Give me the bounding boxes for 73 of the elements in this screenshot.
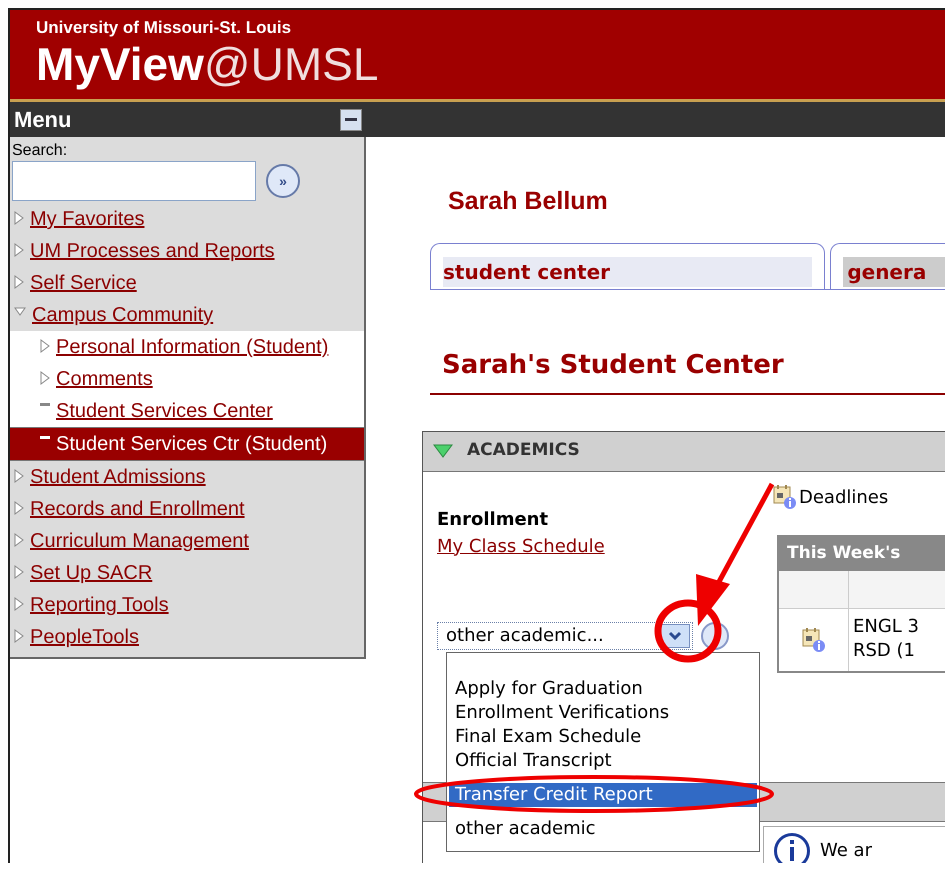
collapse-triangle-icon[interactable]	[14, 243, 24, 257]
menu-link[interactable]: Campus Community	[32, 300, 214, 330]
page-title: Sarah's Student Center	[442, 350, 784, 380]
search-field[interactable]	[12, 161, 256, 201]
collapse-button[interactable]	[340, 108, 362, 130]
collapse-triangle-icon[interactable]	[14, 597, 24, 611]
menu-link[interactable]: PeopleTools	[30, 622, 139, 652]
menu-item[interactable]: Reporting Tools	[10, 589, 364, 621]
menu-link[interactable]: Reporting Tools	[30, 590, 169, 620]
collapse-triangle-icon[interactable]	[14, 533, 24, 547]
dropdown-option[interactable]: Apply for Graduation	[449, 677, 757, 701]
dash-icon	[40, 403, 50, 406]
collapse-triangle-icon[interactable]	[14, 629, 24, 643]
collapse-triangle-icon[interactable]	[14, 565, 24, 579]
selected-menu-item[interactable]: Student Services Ctr (Student)	[10, 427, 364, 461]
dropdown-option[interactable]: Final Exam Schedule	[449, 725, 757, 749]
expand-triangle-icon[interactable]	[14, 307, 26, 317]
menu-item[interactable]: Set Up SACR	[10, 557, 364, 589]
tab[interactable]: student center	[430, 242, 826, 288]
dropdown-option[interactable]: other academic	[449, 817, 757, 841]
menu-item[interactable]: Student Services Center	[10, 395, 364, 427]
menu-item[interactable]: Records and Enrollment	[10, 493, 364, 525]
class-schedule-link[interactable]: My Class Schedule	[437, 536, 605, 556]
table-cell-text: ENGL 3 RSD (1	[852, 614, 919, 662]
collapse-triangle-icon[interactable]	[14, 501, 24, 515]
dropdown-option[interactable]: Transfer Credit Report	[449, 783, 757, 807]
collapse-triangle-icon[interactable]	[14, 275, 24, 289]
calendar-info-icon	[802, 626, 826, 652]
menu-link[interactable]: Student Services Center	[56, 396, 273, 426]
dash-icon	[40, 436, 50, 439]
collapse-triangle-icon[interactable]	[14, 469, 24, 483]
menu-item[interactable]: Self Service	[10, 267, 364, 299]
menu-item[interactable]: Curriculum Management	[10, 525, 364, 557]
tab[interactable]: genera	[830, 242, 945, 288]
deadlines-link[interactable]: Deadlines	[799, 484, 888, 510]
student-name: Sarah Bellum	[448, 187, 608, 215]
expand-triangle-icon[interactable]	[433, 444, 453, 458]
university-name: University of Missouri-St. Louis	[36, 18, 292, 38]
menu-link[interactable]: Student Services Ctr (Student)	[56, 429, 328, 459]
menu-link[interactable]: UM Processes and Reports	[30, 236, 275, 266]
menu-link[interactable]: Student Admissions	[30, 462, 206, 492]
info-icon	[774, 832, 810, 863]
dropdown-option[interactable]: Official Transcript	[449, 749, 757, 773]
calendar-info-icon	[773, 484, 797, 510]
collapse-triangle-icon[interactable]	[40, 339, 50, 353]
dropdown-option[interactable]: Enrollment Verifications	[449, 701, 757, 725]
search-label: Search:	[12, 141, 68, 161]
table-title: This Week's	[787, 542, 900, 565]
menu-link[interactable]: Records and Enrollment	[30, 494, 245, 524]
menu-link[interactable]: Self Service	[30, 268, 137, 298]
menu-item[interactable]: My Favorites	[10, 203, 364, 235]
collapse-triangle-icon[interactable]	[40, 371, 50, 385]
menu-item[interactable]: Personal Information (Student)	[10, 331, 364, 363]
notice-text: We ar	[820, 839, 872, 863]
menu-link[interactable]: Comments	[56, 364, 153, 394]
dropdown-list[interactable]: Apply for Graduation Enrollment Verifications Final Exam Schedule Official Transcript Transfer Credit Report other academic	[446, 652, 760, 852]
menu-item[interactable]: Campus Community	[10, 299, 364, 331]
menu-item[interactable]: Comments	[10, 363, 364, 395]
annotation-circle	[654, 600, 722, 662]
menu-link[interactable]: My Favorites	[30, 204, 144, 234]
menu-link[interactable]: Set Up SACR	[30, 558, 152, 588]
go-button[interactable]: »	[266, 164, 300, 198]
action-select[interactable]: other academic...	[437, 622, 693, 650]
menu-title: Menu	[14, 106, 72, 134]
menu-item[interactable]: PeopleTools	[10, 621, 364, 653]
menu-item[interactable]: UM Processes and Reports	[10, 235, 364, 267]
menu-link[interactable]: Curriculum Management	[30, 526, 249, 556]
menu-link[interactable]: Personal Information (Student)	[56, 332, 328, 362]
enrollment-heading: Enrollment	[437, 508, 550, 532]
menu-item[interactable]: Student Admissions	[10, 461, 364, 493]
collapse-triangle-icon[interactable]	[14, 211, 24, 225]
section-title: ACADEMICS	[467, 439, 580, 462]
brand-logo: MyView@UMSL	[36, 38, 380, 90]
